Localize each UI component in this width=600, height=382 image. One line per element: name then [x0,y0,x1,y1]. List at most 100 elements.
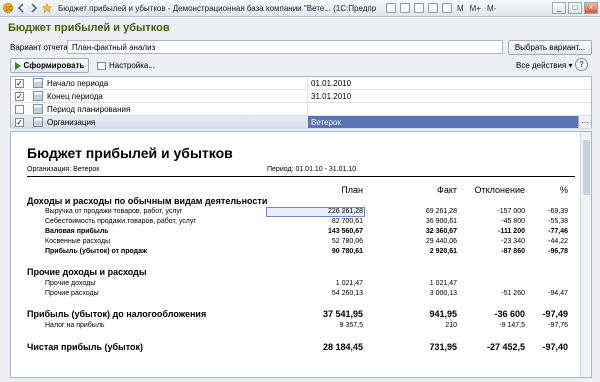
maximize-button[interactable]: □ [568,2,582,14]
parameters-table: ✓ Начало периода 01.01.2010 ✓ Конец пери… [10,76,592,129]
percent-value[interactable]: -97,49 [525,309,568,319]
close-button[interactable]: × [584,2,598,14]
percent-value[interactable]: -55,38 [525,218,568,225]
plan-value[interactable]: 28 184,45 [263,342,363,352]
star-favorite-icon[interactable] [42,3,52,13]
memory-button[interactable]: M [457,4,464,13]
app-1c-icon: 1С [3,3,13,13]
section-other-income-expenses: Прочие доходы и расходы [27,267,147,277]
deviation-value[interactable]: -87 860 [459,248,525,255]
column-header-plan: План [341,185,363,195]
settings-link[interactable]: Настройка... [97,61,155,70]
percent-value[interactable]: -77,46 [525,228,568,235]
fact-value[interactable]: 69 261,28 [367,208,457,215]
param-checkbox[interactable] [15,105,24,114]
print-icon[interactable] [400,3,410,13]
forward-arrow-icon[interactable] [29,3,39,13]
report-row[interactable]: Валовая прибыль 143 560,67 32 360,67 -11… [11,228,579,238]
calendar-icon [33,104,43,114]
param-row-start-period[interactable]: ✓ Начало периода 01.01.2010 [11,77,591,90]
settings-icon [97,61,106,70]
back-arrow-icon[interactable] [16,3,26,13]
organization-value-field[interactable]: Ветерок [308,116,578,128]
row-label: Себестоимость продажи товаров, работ, ус… [45,218,196,225]
generate-label: Сформировать [23,61,85,70]
report-row-net-profit[interactable]: Чистая прибыль (убыток) 28 184,45 731,95… [11,342,579,354]
generate-button[interactable]: Сформировать [10,58,89,73]
deviation-value[interactable]: -9 147,5 [459,322,525,329]
plan-value[interactable]: 1 021,47 [263,280,363,287]
param-row-organization[interactable]: ✓ Организация Ветерок ... [11,116,591,129]
report-row[interactable]: Себестоимость продажи товаров, работ, ус… [11,218,579,228]
param-row-planning-period[interactable]: Период планирования [11,103,591,116]
percent-value[interactable]: -97,40 [525,342,568,352]
report-row[interactable]: Налог на прибыль 9 357,5 210 -9 147,5 -9… [11,322,579,332]
calendar-icon[interactable] [428,3,438,13]
percent-value[interactable]: -97,76 [525,322,568,329]
param-value[interactable]: 01.01.2010 [311,79,351,88]
percent-value[interactable]: -96,78 [525,248,568,255]
fact-value[interactable]: 731,95 [367,342,457,352]
fact-value[interactable]: 210 [367,322,457,329]
minimize-button[interactable]: _ [552,2,566,14]
memory-minus-button[interactable]: M- [487,4,496,13]
plan-value[interactable]: 9 357,5 [263,322,363,329]
report-document[interactable]: Бюджет прибылей и убытков Организация: В… [10,131,592,378]
plan-value[interactable]: 37 541,95 [263,309,363,319]
vertical-scrollbar[interactable] [580,132,591,377]
fact-value[interactable]: 3 000,13 [367,290,457,297]
row-label: Налог на прибыль [45,322,105,329]
variant-label: Вариант отчета: [10,43,70,52]
param-checkbox[interactable]: ✓ [15,118,24,127]
form-title: Бюджет прибылей и убытков [8,22,170,34]
variant-field[interactable]: План-фактный анализ [67,40,503,54]
memory-plus-button[interactable]: M+ [470,4,481,13]
select-variant-button[interactable]: Выбрать вариант... [508,40,592,55]
save-icon[interactable] [386,3,396,13]
all-actions-menu[interactable]: Все действия ▾ [516,61,573,70]
plan-value[interactable]: 52 780,06 [263,238,363,245]
deviation-value[interactable]: -157 000 [459,208,525,215]
param-name: Организация [47,118,96,127]
settings-label: Настройка... [109,61,156,70]
report-row[interactable]: Прибыль (убыток) от продаж 90 780,61 2 9… [11,248,579,258]
row-label: Прибыль (убыток) до налогообложения [27,309,207,319]
plan-value[interactable]: 143 560,67 [263,228,363,235]
plan-value[interactable]: 82 700,61 [263,218,363,225]
column-divider [307,77,308,89]
fact-value[interactable]: 941,95 [367,309,457,319]
scrollbar-thumb[interactable] [583,140,590,195]
percent-value[interactable]: -44,22 [525,238,568,245]
param-checkbox[interactable]: ✓ [15,92,24,101]
percent-value[interactable]: -69,39 [525,208,568,215]
help-icon[interactable]: ? [575,58,588,71]
report-row-pretax-profit[interactable]: Прибыль (убыток) до налогообложения 37 5… [11,309,579,321]
deviation-value[interactable]: -27 452,5 [459,342,525,352]
fact-value[interactable]: 29 440,06 [367,238,457,245]
percent-value[interactable]: -94,47 [525,290,568,297]
select-from-list-button[interactable]: ... [578,116,591,128]
calculator-icon[interactable] [442,3,452,13]
copy-icon[interactable] [414,3,424,13]
deviation-value[interactable]: -36 600 [459,309,525,319]
plan-value[interactable]: 54 260,13 [263,290,363,297]
plan-value[interactable]: 226 261,28 [263,208,363,215]
fact-value[interactable]: 32 360,67 [367,228,457,235]
report-row[interactable]: Косвенные расходы 52 780,06 29 440,06 -2… [11,238,579,248]
deviation-value[interactable]: -23 340 [459,238,525,245]
plan-value[interactable]: 90 780,61 [263,248,363,255]
param-checkbox[interactable]: ✓ [15,79,24,88]
param-row-end-period[interactable]: ✓ Конец периода 31.01.2010 [11,90,591,103]
report-row[interactable]: Прочие расходы 54 260,13 3 000,13 -51 26… [11,290,579,300]
report-row[interactable]: Прочие доходы 1 021,47 1 021,47 [11,280,579,290]
fact-value[interactable]: 1 021,47 [367,280,457,287]
deviation-value[interactable]: -51 260 [459,290,525,297]
fact-value[interactable]: 2 920,61 [367,248,457,255]
fact-value[interactable]: 36 900,61 [367,218,457,225]
deviation-value[interactable]: -111 200 [459,228,525,235]
report-row[interactable]: Выручка от продажи товаров, работ, услуг… [11,207,579,218]
deviation-value[interactable]: -45 800 [459,218,525,225]
row-label: Прочие доходы [45,280,96,287]
param-value[interactable]: 31.01.2010 [311,92,351,101]
row-label: Валовая прибыль [45,228,109,235]
